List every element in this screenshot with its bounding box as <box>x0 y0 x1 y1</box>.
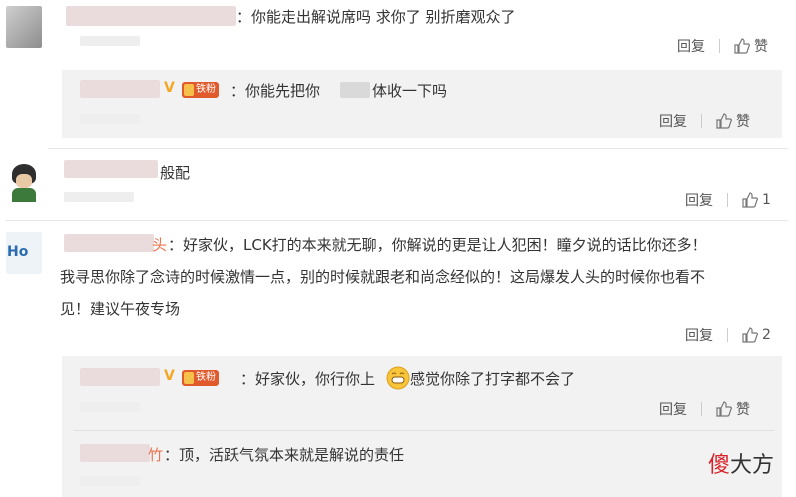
watermark-rest: 大方 <box>729 453 774 478</box>
comment-actions: 回复 1 <box>685 190 771 210</box>
like-button[interactable]: 赞 <box>736 399 750 419</box>
thumbs-up-icon[interactable] <box>716 113 732 129</box>
avatar-body <box>12 188 36 202</box>
divider <box>48 148 788 149</box>
like-button[interactable]: 赞 <box>754 36 768 56</box>
separator <box>719 39 720 53</box>
reply-button[interactable]: 回复 <box>659 111 687 131</box>
comment-actions: 回复 2 <box>685 325 771 345</box>
comment-text-line-2: 我寻思你除了念诗的时候激情一点，别的时候就跟老和尚念经似的！这局爆发人头的时候你… <box>60 268 706 286</box>
grinning-emoji-icon <box>386 366 410 390</box>
divider <box>74 430 774 431</box>
like-button[interactable]: 赞 <box>736 111 750 131</box>
thumbs-up-icon[interactable] <box>742 327 758 343</box>
reply-button[interactable]: 回复 <box>659 399 687 419</box>
avatar-text: Ho <box>7 244 29 260</box>
reply-text: ：顶，活跃气氛本来就是解说的责任 <box>164 446 405 464</box>
fan-badge: 铁粉 <box>182 370 219 386</box>
avatar-face <box>16 174 32 188</box>
blurred-username <box>80 444 150 462</box>
separator <box>727 328 728 342</box>
separator <box>727 193 728 207</box>
separator <box>701 114 702 128</box>
comment-text-line-1: ：好家伙，LCK打的本来就无聊，你解说的更是让人犯困！瞳夕说的话比你还多！ <box>168 236 707 254</box>
reply-actions: 回复 赞 <box>659 111 750 131</box>
reply-button[interactable]: 回复 <box>685 190 713 210</box>
watermark: 傻大方 <box>708 447 774 479</box>
separator <box>701 402 702 416</box>
blurred-word <box>340 82 370 98</box>
vip-icon: V <box>164 80 175 96</box>
comment-text: 般配 <box>160 164 191 182</box>
reply-button[interactable]: 回复 <box>677 36 705 56</box>
comment-actions: 回复 赞 <box>677 36 768 56</box>
comment-text-line-3: 见！建议午夜专场 <box>60 300 181 318</box>
blurred-username <box>64 234 154 252</box>
comment-text: ：你能走出解说席吗 求你了 别折磨观众了 <box>236 8 516 26</box>
thumbs-up-icon[interactable] <box>742 192 758 208</box>
vip-icon: V <box>164 368 175 384</box>
reply-text-tail: 感觉你除了打字都不会了 <box>410 370 576 388</box>
avatar[interactable] <box>6 160 42 202</box>
blurred-username <box>64 160 158 178</box>
thumbs-up-icon[interactable] <box>734 38 750 54</box>
reply-text: ：你能先把你 <box>230 82 321 100</box>
like-count: 2 <box>762 327 771 343</box>
blurred-meta <box>80 114 140 124</box>
blurred-meta <box>80 36 140 46</box>
reply-text-tail: 体收一下吗 <box>372 82 448 100</box>
avatar[interactable] <box>6 6 42 48</box>
blurred-meta <box>80 476 140 486</box>
reply-button[interactable]: 回复 <box>685 325 713 345</box>
like-count: 1 <box>762 192 771 208</box>
username-tail: 竹 <box>148 446 164 464</box>
username-tail: 头 <box>152 236 168 254</box>
blurred-meta <box>80 402 140 412</box>
avatar[interactable]: Ho <box>6 232 42 274</box>
thumbs-up-icon[interactable] <box>716 401 732 417</box>
divider <box>6 220 788 221</box>
blurred-username <box>80 368 160 386</box>
watermark-red: 傻 <box>707 453 730 478</box>
blurred-username <box>80 80 160 98</box>
blurred-meta <box>64 192 134 202</box>
reply-actions: 回复 赞 <box>659 399 750 419</box>
blurred-username <box>66 6 236 26</box>
fan-badge: 铁粉 <box>182 82 219 98</box>
reply-text: ：好家伙，你行你上 <box>240 370 376 388</box>
